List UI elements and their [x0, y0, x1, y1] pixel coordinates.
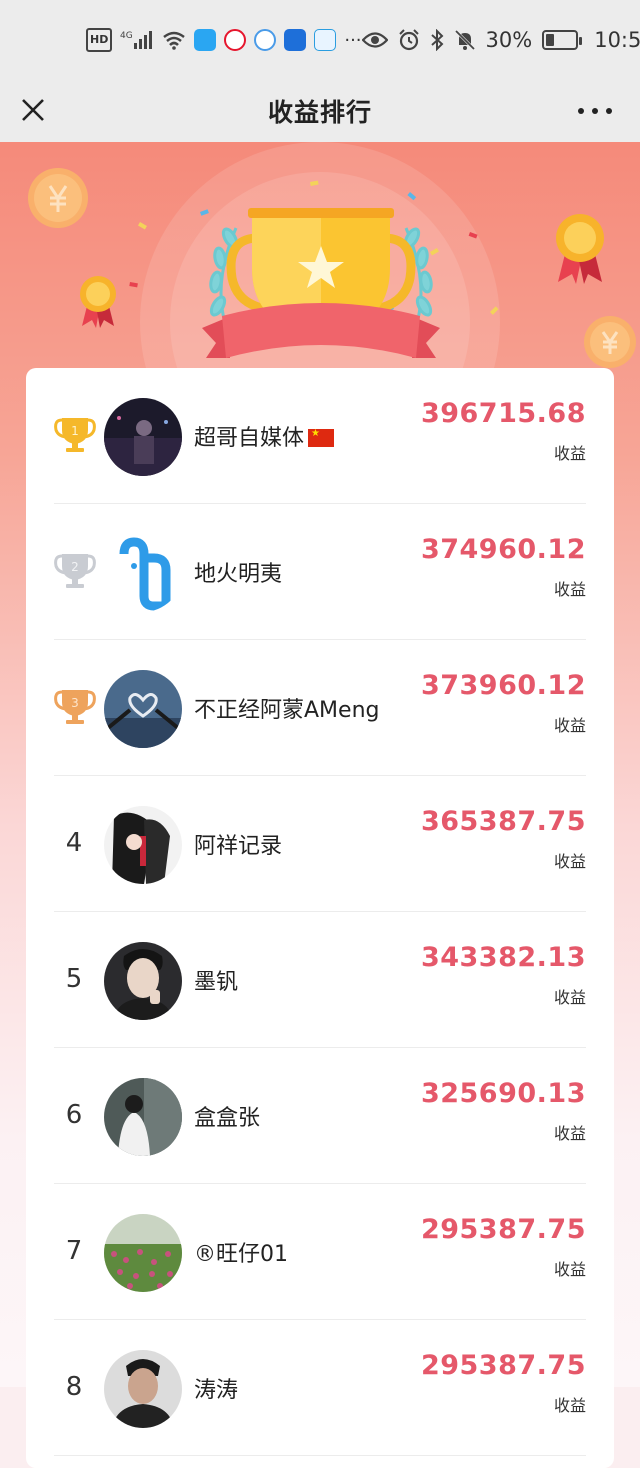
close-icon — [22, 99, 44, 121]
ranking-row[interactable]: 8 涛涛 295387.75 收益 — [54, 1320, 586, 1456]
bird-app-icon — [314, 29, 337, 51]
rank-number: 7 — [65, 1236, 83, 1266]
rank-number: 5 — [65, 964, 83, 994]
status-bar: HD 4G ··· 30% 10:58 — [0, 0, 640, 80]
idea-app-icon — [284, 29, 307, 51]
medal-icon — [556, 214, 604, 284]
alarm-icon — [398, 28, 420, 52]
ranking-row[interactable]: 1 超哥自媒体 396715.68 收益 — [54, 368, 586, 504]
score-label: 收益 — [553, 988, 586, 1007]
user-name: 地火明夷 — [194, 562, 283, 587]
search-app-icon — [194, 29, 217, 51]
avatar[interactable] — [104, 1078, 182, 1156]
signal-icon: 4G — [120, 28, 154, 52]
avatar[interactable] — [104, 398, 182, 476]
close-button[interactable] — [18, 90, 48, 130]
more-dot-icon — [606, 108, 612, 114]
score-value: 295387.75 — [420, 1350, 586, 1381]
avatar[interactable] — [104, 534, 182, 612]
user-name: 盒盒张 — [194, 1106, 261, 1131]
eye-icon — [361, 28, 388, 52]
score-value: 295387.75 — [420, 1214, 586, 1245]
score-value: 365387.75 — [420, 806, 586, 837]
score-value: 343382.13 — [420, 942, 586, 973]
clock: 10:58 — [594, 28, 640, 52]
score-label: 收益 — [553, 1396, 586, 1415]
gold-trophy-icon: 1 — [54, 418, 96, 452]
rank-number: 4 — [65, 828, 83, 858]
china-flag-icon — [308, 428, 335, 447]
bluetooth-icon — [430, 28, 444, 52]
user-name: 涛涛 — [194, 1378, 239, 1403]
ranking-row[interactable]: 2 地火明夷 374960.12 收益 — [54, 504, 586, 640]
score-label: 收益 — [553, 444, 586, 463]
more-dot-icon — [592, 108, 598, 114]
user-name: 不正经阿蒙AMeng — [194, 698, 380, 723]
user-name: 超哥自媒体 — [194, 420, 335, 452]
rank-number: 2 — [71, 560, 79, 574]
battery-percent: 30% — [485, 28, 533, 52]
more-menu-button[interactable] — [578, 96, 612, 126]
rank-number: 8 — [65, 1372, 83, 1402]
page-title: 收益排行 — [267, 98, 372, 127]
rank-number: 6 — [65, 1100, 83, 1130]
bronze-trophy-icon: 3 — [54, 690, 96, 724]
score-value: 325690.13 — [420, 1078, 586, 1109]
nav-bar: 收益排行 — [0, 80, 640, 142]
score-label: 收益 — [553, 852, 586, 871]
score-value: 374960.12 — [420, 534, 586, 565]
coin-icon — [584, 316, 636, 368]
avatar[interactable] — [104, 806, 182, 884]
weibo-app-icon — [224, 29, 247, 51]
user-name: 墨钒 — [194, 970, 239, 995]
hd-icon: HD — [86, 28, 113, 52]
user-name: ®旺仔01 — [194, 1242, 288, 1267]
score-value: 396715.68 — [420, 398, 586, 429]
trophy-illustration — [202, 208, 440, 358]
ranking-row[interactable]: 4 阿祥记录 365387.75 收益 — [54, 776, 586, 912]
weather-app-icon — [254, 29, 277, 51]
user-name: 阿祥记录 — [194, 834, 283, 859]
avatar[interactable] — [104, 1214, 182, 1292]
ranking-row[interactable]: 6 盒盒张 325690.13 收益 — [54, 1048, 586, 1184]
score-label: 收益 — [553, 1260, 586, 1279]
silver-trophy-icon: 2 — [54, 554, 96, 588]
ranking-row[interactable]: 7 ®旺仔01 295387.75 收益 — [54, 1184, 586, 1320]
more-dot-icon — [578, 108, 584, 114]
score-label: 收益 — [553, 1124, 586, 1143]
more-notifications-icon: ··· — [344, 29, 362, 51]
wifi-icon — [162, 28, 186, 52]
coin-icon — [28, 168, 88, 228]
avatar[interactable] — [104, 670, 182, 748]
avatar[interactable] — [104, 1350, 182, 1428]
ranking-row[interactable]: 3 不正经阿蒙AMeng 373960.12 收益 — [54, 640, 586, 776]
score-label: 收益 — [553, 580, 586, 599]
rank-number: 1 — [71, 424, 79, 438]
avatar[interactable] — [104, 942, 182, 1020]
score-label: 收益 — [553, 716, 586, 735]
rank-number: 3 — [71, 696, 79, 710]
ranking-row[interactable]: 5 墨钒 343382.13 收益 — [54, 912, 586, 1048]
network-type: 4G — [120, 31, 133, 41]
score-value: 373960.12 — [420, 670, 586, 701]
battery-icon — [542, 30, 583, 50]
mute-bell-icon — [454, 28, 476, 52]
ranking-card: 1 超哥自媒体 396715.68 收益 2 地火明夷 374960.12 收益 — [26, 368, 614, 1468]
